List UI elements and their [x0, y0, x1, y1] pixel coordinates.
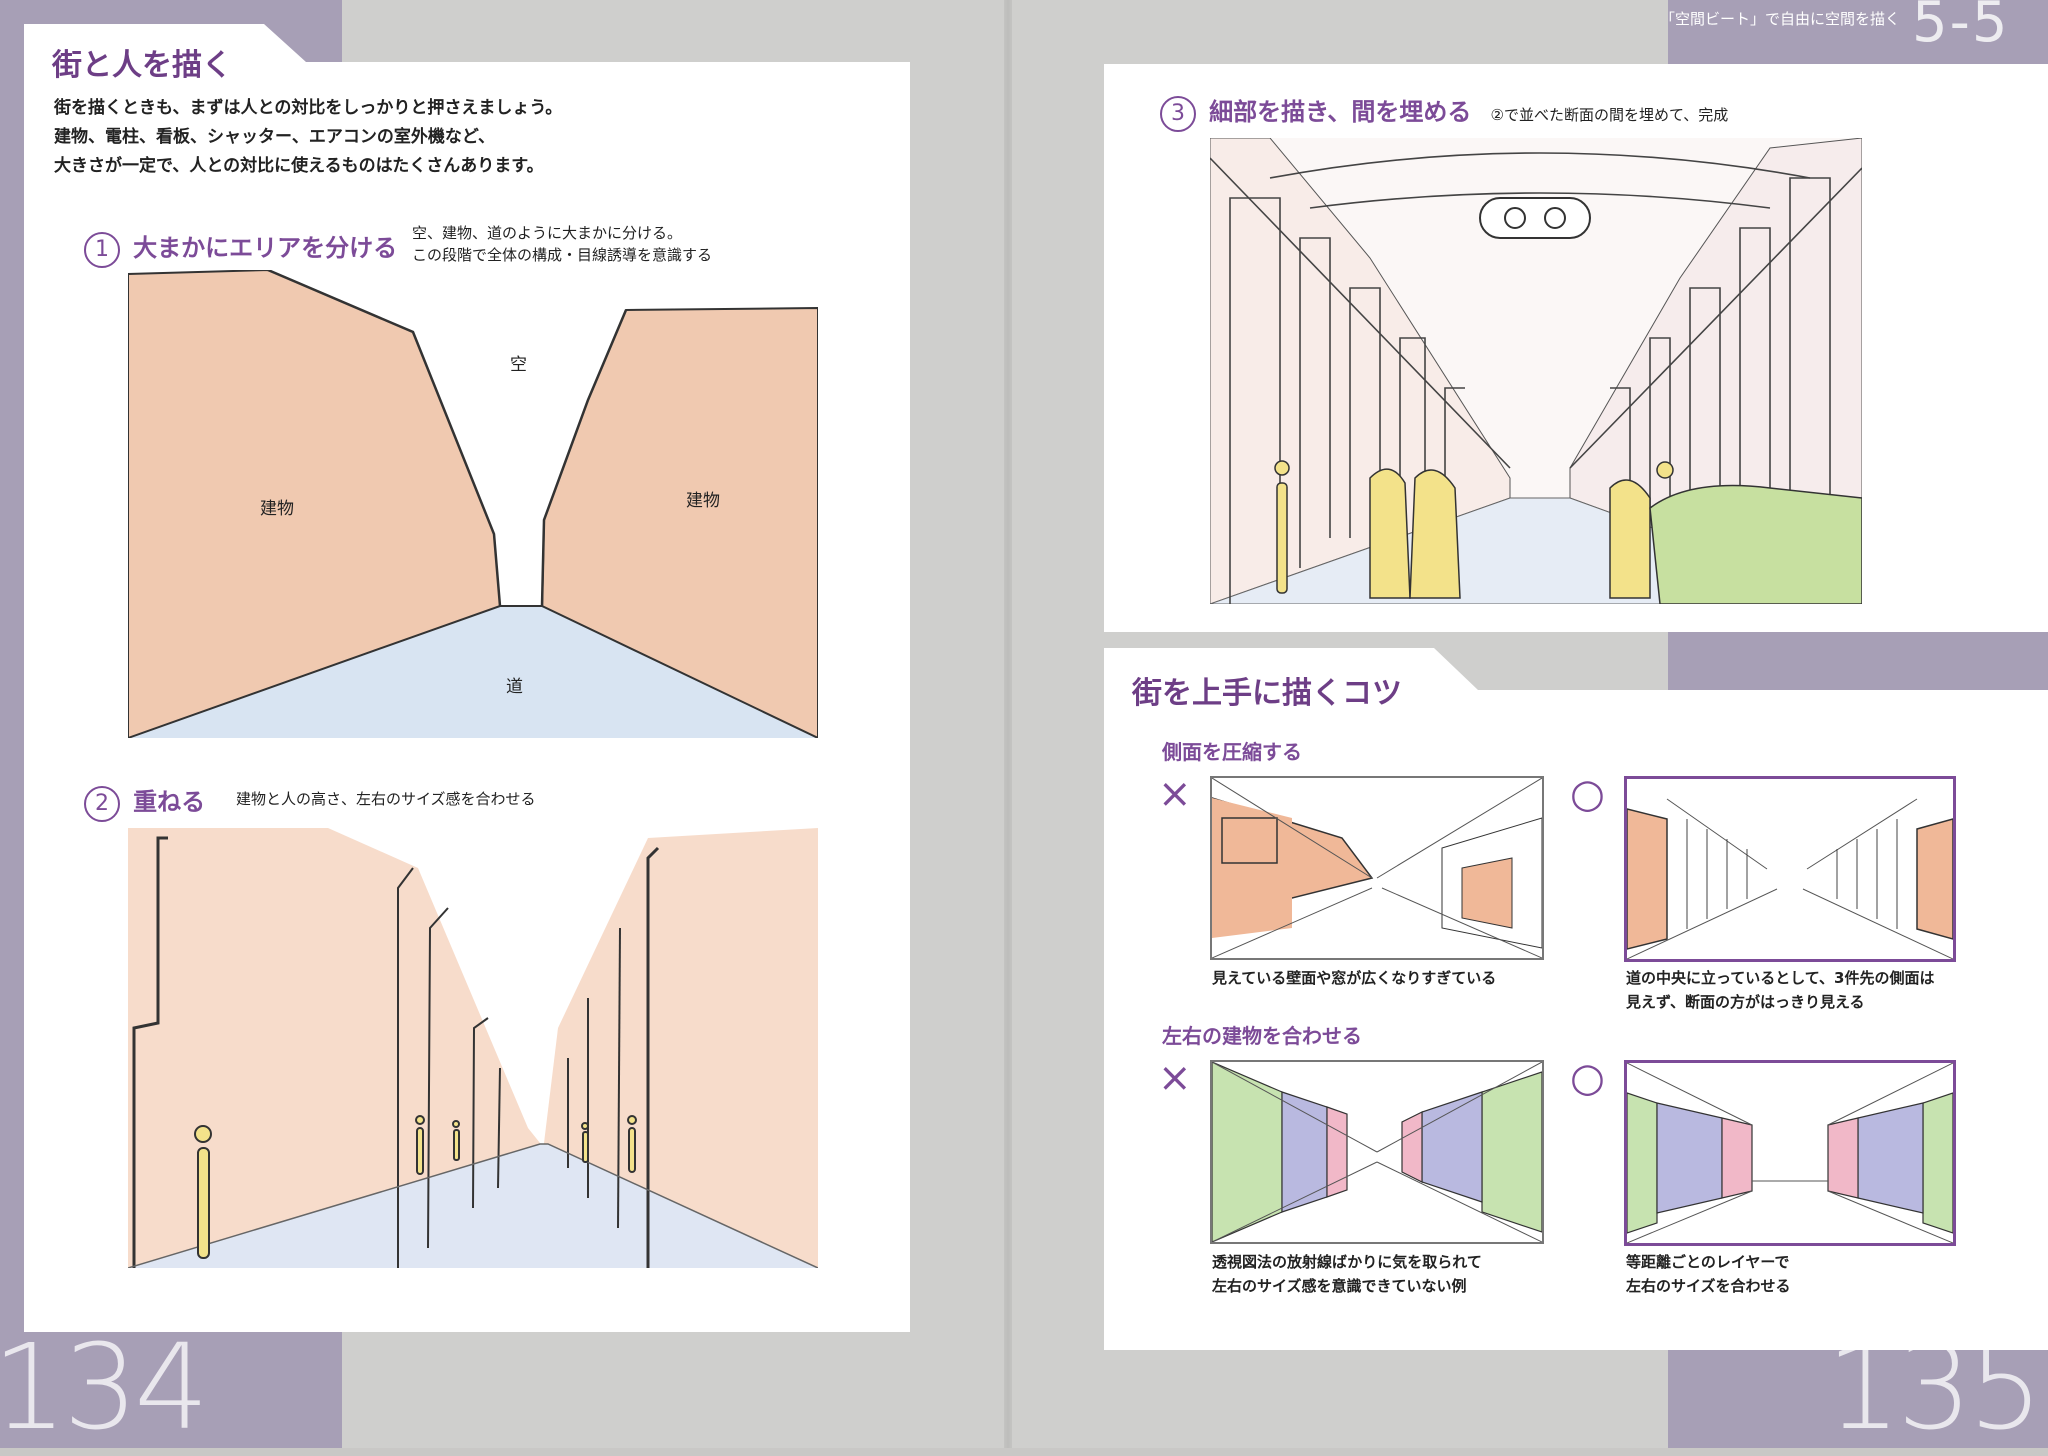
intro-paragraph: 街を描くときも、まずは人との対比をしっかりと押さえましょう。 建物、電柱、看板、…: [54, 94, 854, 181]
intro-line: 街を描くときも、まずは人との対比をしっかりと押さえましょう。: [54, 98, 563, 118]
intro-line: 大きさが一定で、人との対比に使えるものはたくさんあります。: [54, 156, 544, 176]
caption-line: 透視図法の放射線ばかりに気を取られて: [1212, 1253, 1482, 1271]
note-line: 空、建物、道のように大まかに分ける。: [412, 224, 683, 242]
page-title: 街と人を描く: [52, 48, 232, 83]
step1-note: 空、建物、道のように大まかに分ける。 この段階で全体の構成・目線誘導を意識する: [412, 222, 712, 266]
label-sky: 空: [510, 355, 527, 375]
page-number: 134: [0, 1318, 209, 1456]
label-road: 道: [506, 677, 523, 697]
caption-line: 左右のサイズ感を意識できていない例: [1212, 1277, 1467, 1295]
label-building-right: 建物: [686, 491, 720, 511]
step-title: 重ねる: [133, 788, 206, 816]
caption-line: 等距離ごとのレイヤーで: [1626, 1253, 1790, 1271]
compress-good-caption: 道の中央に立っているとして、3件先の側面は 見えず、断面の方がはっきり見える: [1626, 966, 1935, 1014]
caption-line: 左右のサイズを合わせる: [1626, 1277, 1791, 1295]
step3-note: ②で並べた断面の間を埋めて、完成: [1490, 106, 1729, 124]
note-line: この段階で全体の構成・目線誘導を意識する: [412, 246, 713, 264]
step3-street-illustration: [1210, 138, 1862, 604]
compress-bad-caption: 見えている壁面や窓が広くなりすぎている: [1212, 966, 1496, 990]
caption-line: 道の中央に立っているとして、3件先の側面は: [1626, 969, 1935, 987]
good-mark: ○: [1570, 1055, 1605, 1101]
bad-mark: ×: [1158, 1055, 1192, 1101]
tips-title: 街を上手に描くコツ: [1132, 676, 1402, 711]
step2-heading: 2 重ねる: [84, 782, 205, 822]
caption-line: 見えている壁面や窓が広くなりすぎている: [1212, 969, 1497, 987]
step-number: 3: [1160, 96, 1196, 132]
step2-note: 建物と人の高さ、左右のサイズ感を合わせる: [236, 790, 536, 808]
chapter-title: 「空間ビート」で自由に空間を描く: [1660, 10, 1901, 28]
align-bad-example: [1210, 1060, 1544, 1244]
label-building-left: 建物: [260, 499, 294, 519]
align-good-example: [1624, 1060, 1956, 1246]
step-number: 1: [84, 232, 120, 268]
step-title: 大まかにエリアを分ける: [133, 234, 398, 262]
step2-layered-diagram: [128, 828, 818, 1268]
step3-heading: 3 細部を描き、間を埋める ②で並べた断面の間を埋めて、完成: [1160, 92, 1728, 132]
align-good-caption: 等距離ごとのレイヤーで 左右のサイズを合わせる: [1626, 1250, 1791, 1298]
step1-heading: 1 大まかにエリアを分ける: [84, 228, 397, 268]
tips-section1-heading: 側面を圧縮する: [1162, 740, 1302, 764]
book-gutter: [1004, 0, 1012, 1448]
step-title: 細部を描き、間を埋める: [1209, 98, 1472, 126]
good-mark: ○: [1570, 771, 1605, 817]
compress-bad-example: [1210, 776, 1544, 960]
intro-line: 建物、電柱、看板、シャッター、エアコンの室外機など、: [54, 127, 495, 147]
chapter-number: 5-5: [1912, 0, 2010, 55]
compress-good-example: [1624, 776, 1956, 962]
page-number: 135: [1826, 1318, 2043, 1456]
caption-line: 見えず、断面の方がはっきり見える: [1626, 993, 1865, 1011]
align-bad-caption: 透視図法の放射線ばかりに気を取られて 左右のサイズ感を意識できていない例: [1212, 1250, 1482, 1298]
step-number: 2: [84, 786, 120, 822]
bad-mark: ×: [1158, 771, 1192, 817]
tips-section2-heading: 左右の建物を合わせる: [1162, 1024, 1362, 1048]
